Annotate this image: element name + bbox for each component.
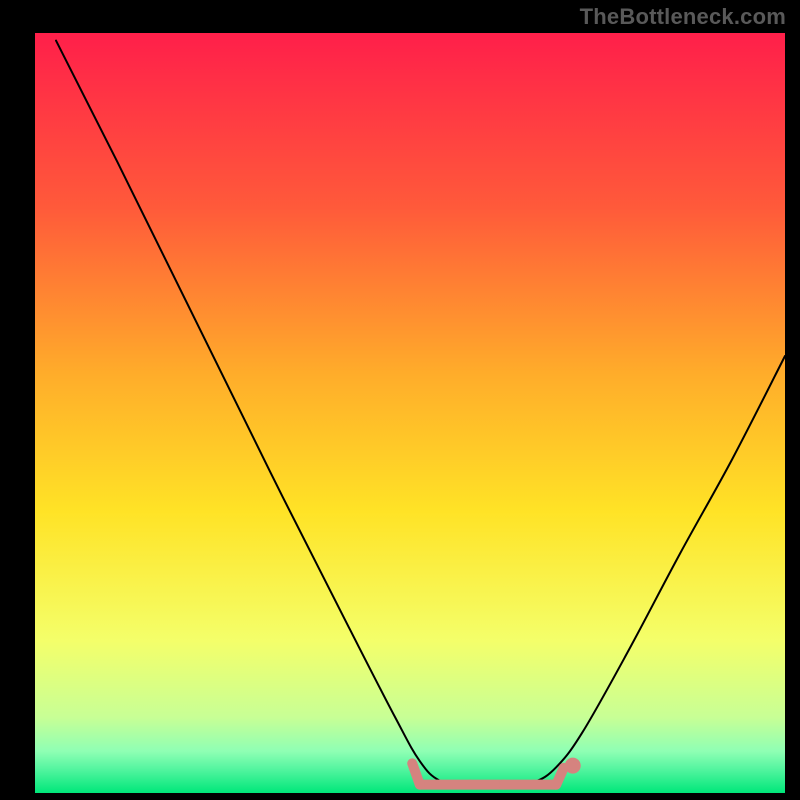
bottom-marker-left-tick [412, 763, 420, 784]
chart-svg [0, 0, 800, 800]
bottom-marker-dot [565, 758, 581, 774]
plot-background [35, 33, 785, 793]
bottom-marker-right-tick [556, 768, 564, 785]
watermark-text: TheBottleneck.com [580, 4, 786, 30]
chart-stage: TheBottleneck.com [0, 0, 800, 800]
